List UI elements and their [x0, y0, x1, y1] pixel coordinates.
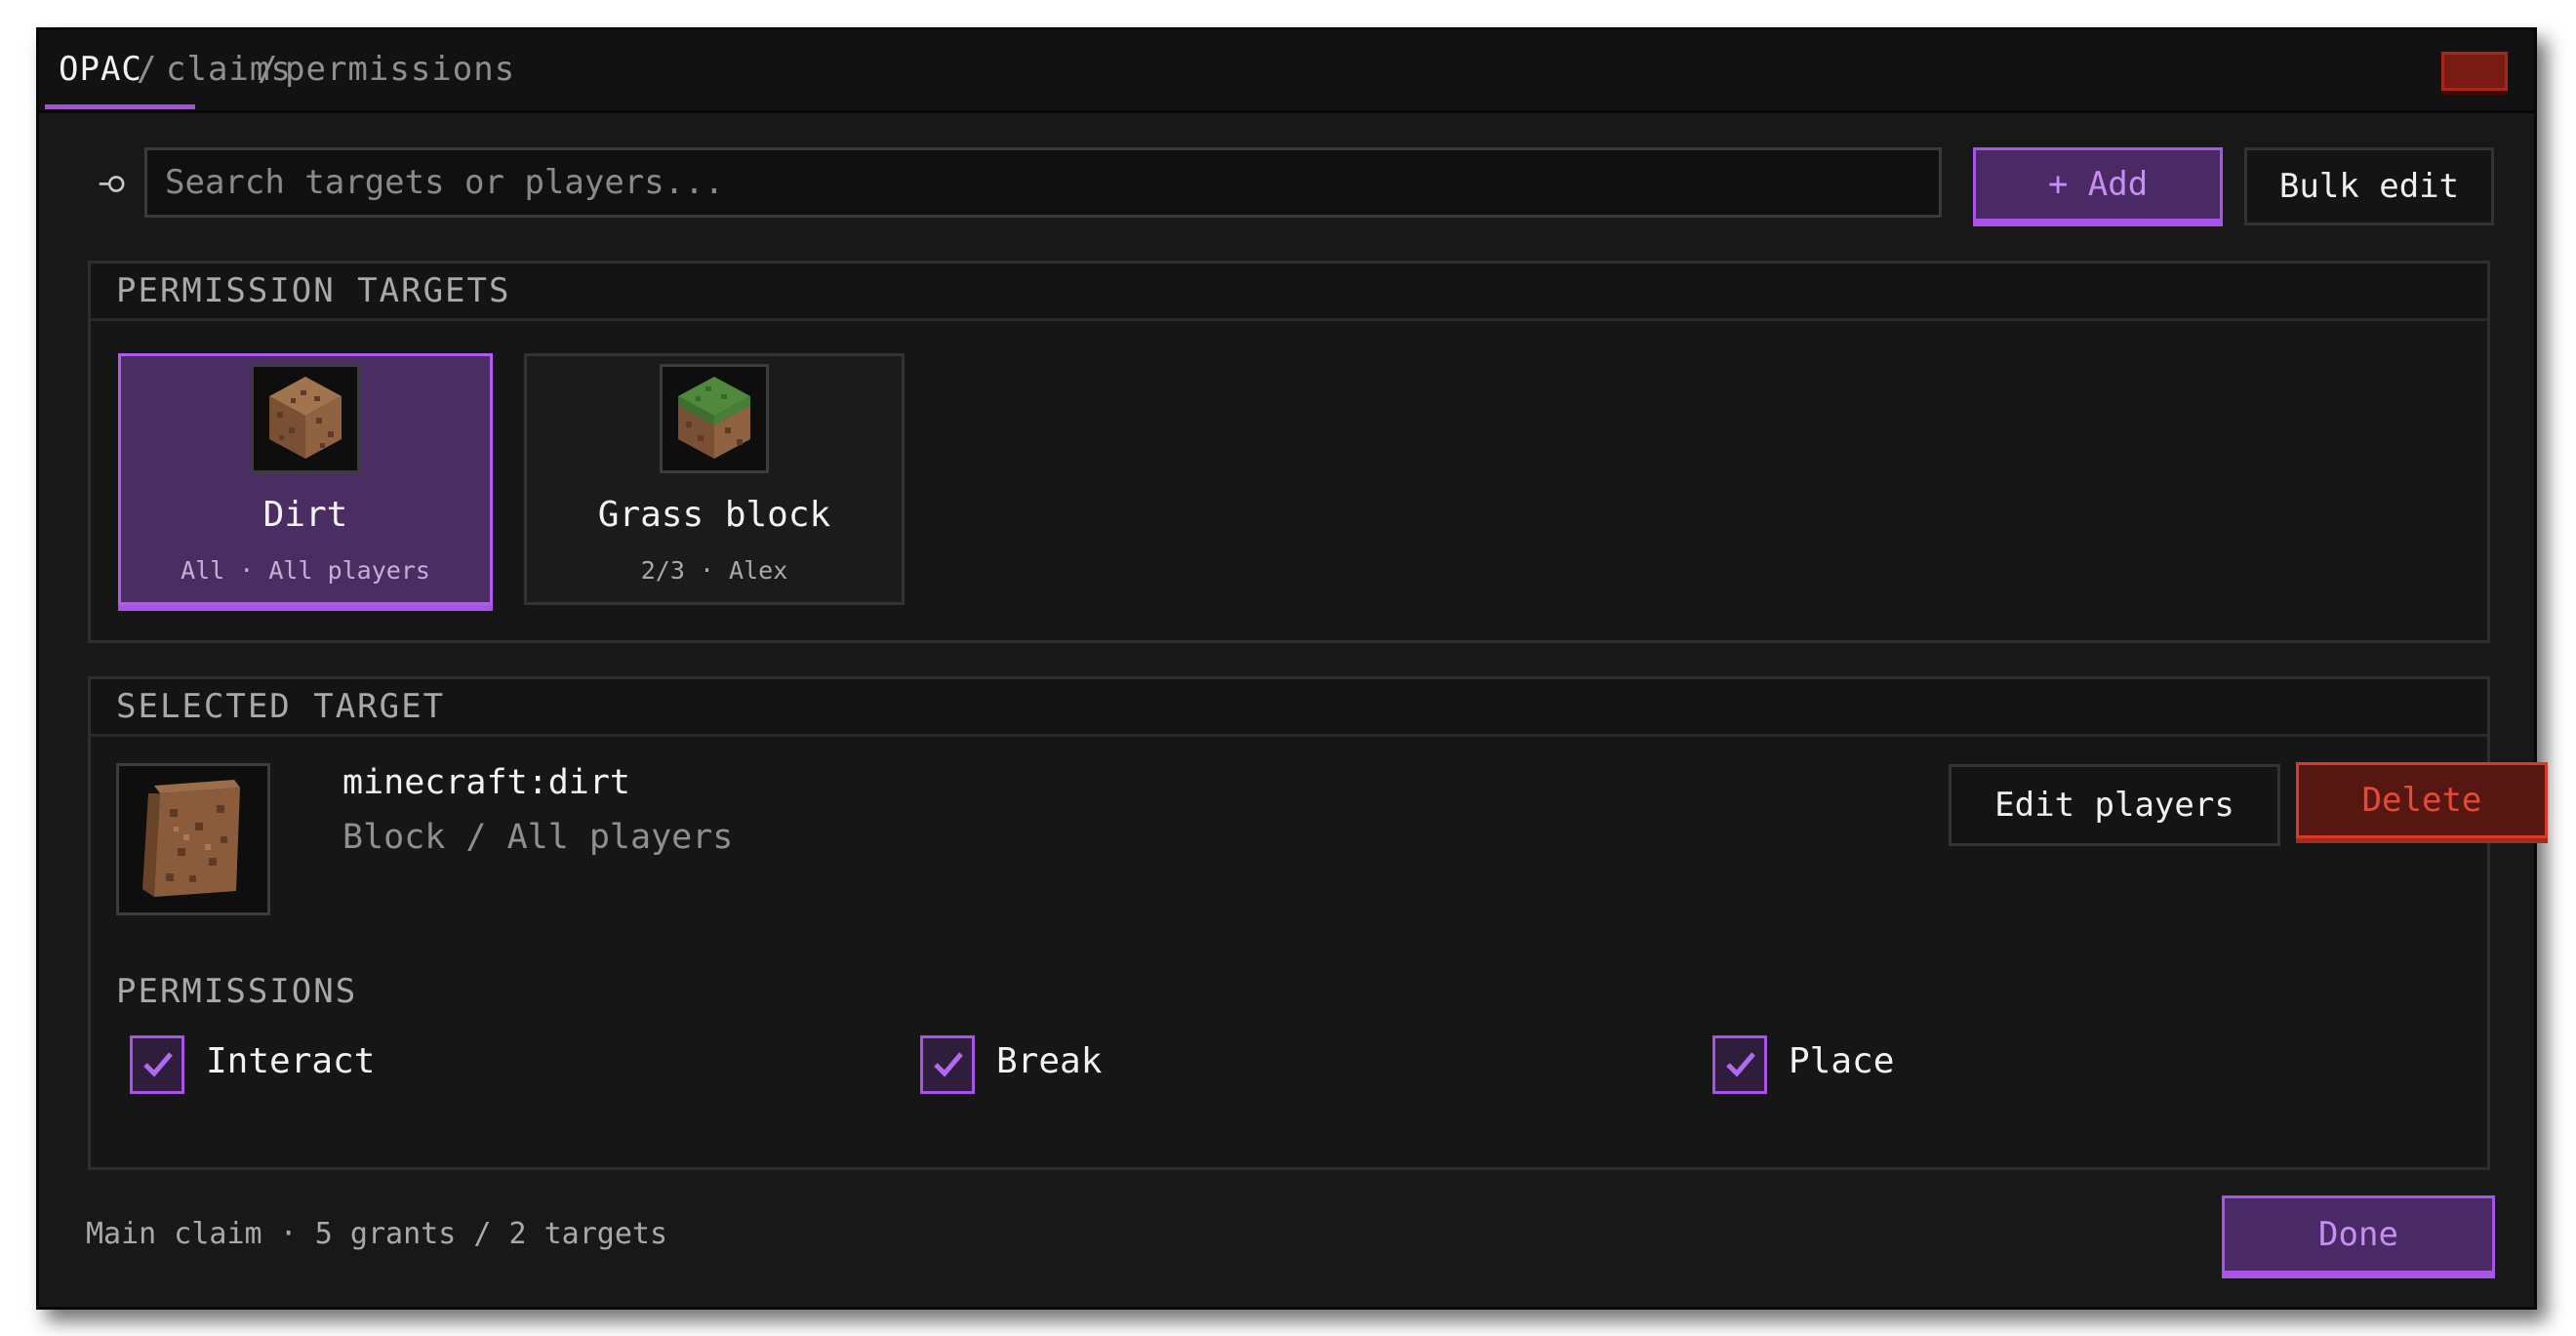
breadcrumb-separator: / [258, 50, 278, 89]
break-checkbox[interactable] [920, 1035, 975, 1094]
delete-button[interactable]: Delete [2296, 762, 2548, 838]
checkmark-icon [1726, 1052, 1755, 1077]
target-summary: 2/3 · Alex [640, 556, 788, 585]
permissions-window: OPAC / claims / permissions ⚲ + Add Bulk… [36, 27, 2548, 1310]
icon-frame [660, 364, 769, 473]
panel-header: SELECTED TARGET [91, 679, 2487, 737]
target-card-dirt[interactable]: Dirt All · All players [118, 353, 493, 605]
place-checkbox[interactable] [1712, 1035, 1767, 1094]
breadcrumb-separator: / [137, 50, 157, 89]
done-button[interactable]: Done [2222, 1195, 2495, 1274]
interact-checkbox[interactable] [130, 1035, 184, 1094]
target-name: Grass block [597, 495, 831, 535]
dirt-block-icon [142, 780, 240, 897]
active-tab-indicator [45, 104, 195, 109]
selected-target-panel: SELECTED TARGET minecraft:dirt Block / A… [88, 676, 2548, 1170]
bulk-edit-button[interactable]: Bulk edit [2244, 147, 2494, 225]
icon-frame [251, 364, 360, 473]
panel-title: PERMISSION TARGETS [116, 271, 511, 310]
panel-header: PERMISSION TARGETS [91, 263, 2487, 321]
icon-frame [116, 763, 270, 915]
permission-label: Place [1789, 1041, 1895, 1081]
permission-label: Break [996, 1041, 1103, 1081]
grass-block-icon [678, 377, 750, 459]
target-card-grass-block[interactable]: Grass block 2/3 · Alex [524, 353, 905, 605]
breadcrumb-opac[interactable]: OPAC [59, 50, 142, 89]
selected-target-id: minecraft:dirt [342, 763, 631, 802]
edit-players-button[interactable]: Edit players [1949, 764, 2280, 846]
panel-title: SELECTED TARGET [116, 687, 446, 726]
close-button[interactable] [2441, 52, 2508, 91]
target-name: Dirt [262, 495, 348, 535]
status-text: Main claim · 5 grants / 2 targets [86, 1217, 668, 1251]
breadcrumb-permissions[interactable]: permissions [285, 50, 515, 89]
permission-targets-panel: PERMISSION TARGETS Dirt All · All player… [88, 261, 2490, 643]
checkmark-icon [934, 1052, 963, 1077]
dirt-block-icon [269, 377, 342, 459]
checkmark-icon [143, 1052, 173, 1077]
add-button[interactable]: + Add [1973, 147, 2223, 222]
permission-label: Interact [206, 1041, 376, 1081]
permissions-heading: PERMISSIONS [116, 972, 358, 1011]
search-input[interactable] [144, 147, 1942, 218]
selected-target-meta: Block / All players [342, 818, 734, 857]
breadcrumb: OPAC / claims / permissions [39, 30, 2534, 113]
target-summary: All · All players [181, 556, 430, 585]
search-icon: ⚲ [95, 173, 130, 195]
